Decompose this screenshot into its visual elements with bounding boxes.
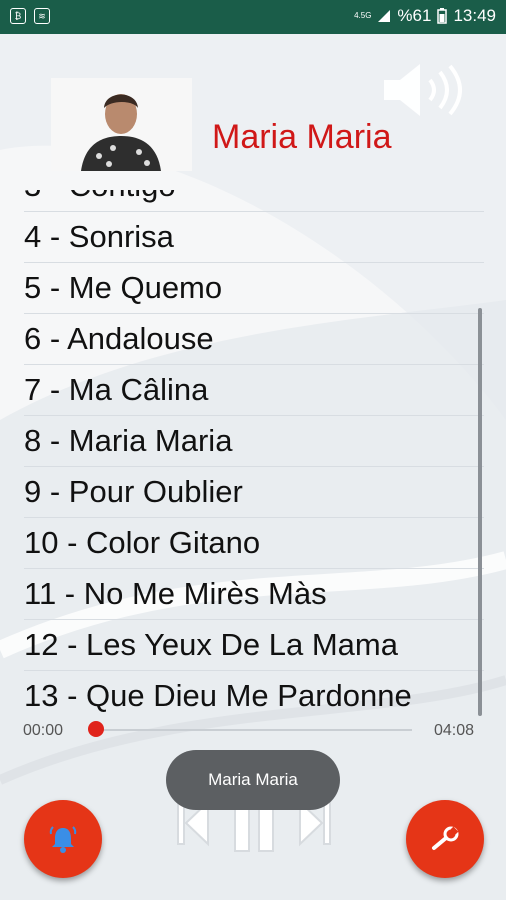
bitcoin-notification-icon: ₿ [10,8,26,24]
clock: 13:49 [453,6,496,25]
seek-thumb[interactable] [88,721,104,737]
elapsed-time: 00:00 [23,722,64,739]
settings-button[interactable] [406,800,484,878]
song-item[interactable]: 9 - Pour Oublier [24,467,484,518]
song-list[interactable]: 3 - Contigo 4 - Sonrisa 5 - Me Quemo 6 -… [0,190,506,715]
song-item[interactable]: 7 - Ma Câlina [24,365,484,416]
song-item[interactable]: 13 - Que Dieu Me Pardonne [24,671,484,715]
song-item[interactable]: 8 - Maria Maria [24,416,484,467]
toast-message: Maria Maria [166,750,340,810]
song-item[interactable]: 5 - Me Quemo [24,263,484,314]
list-scrollbar[interactable] [478,308,482,716]
wifi-notification-icon: ≋ [34,8,50,24]
battery-icon [437,8,448,24]
song-item[interactable]: 4 - Sonrisa [24,212,484,263]
status-bar: ₿ ≋ 4.5G %61 13:49 [0,0,506,34]
bell-icon [49,826,77,853]
signal-icon [378,10,391,22]
song-item[interactable]: 6 - Andalouse [24,314,484,365]
network-type: 4.5G [354,11,372,20]
song-item[interactable]: 10 - Color Gitano [24,518,484,569]
wrench-icon [432,826,459,850]
song-item[interactable]: 3 - Contigo [24,190,484,212]
now-playing-title: Maria Maria [212,118,392,156]
song-item[interactable]: 11 - No Me Mirès Màs [24,569,484,620]
song-item[interactable]: 12 - Les Yeux De La Mama [24,620,484,671]
volume-icon[interactable] [380,62,468,118]
ringtone-button[interactable] [24,800,102,878]
total-duration: 04:08 [434,722,475,739]
seek-bar[interactable] [96,729,412,731]
battery-percent: %61 [397,6,432,25]
artist-photo [51,78,192,171]
